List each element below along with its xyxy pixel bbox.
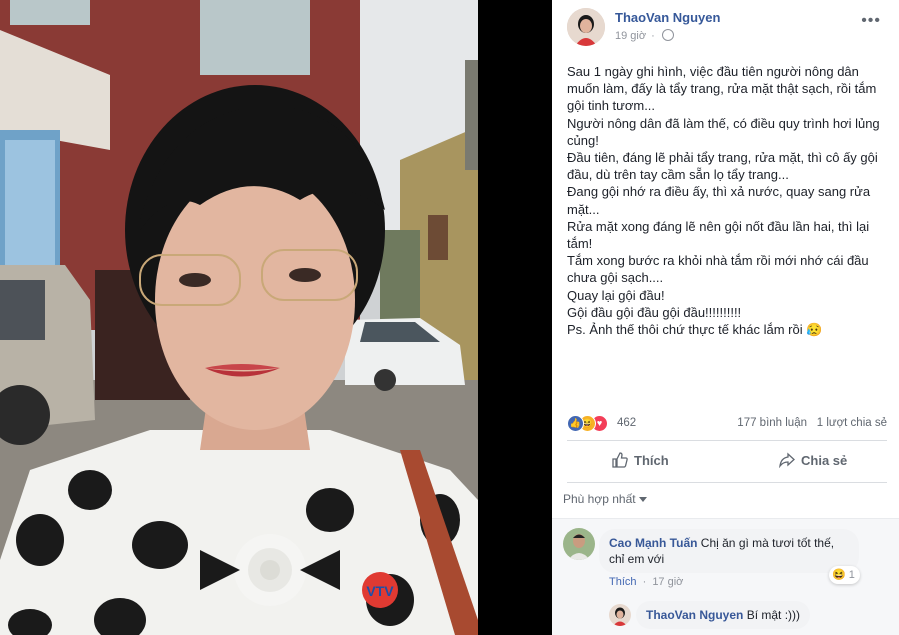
reply-bubble: ThaoVan Nguyen Bí mật :))) <box>636 601 811 629</box>
avatar-image <box>567 8 605 46</box>
caret-down-icon <box>638 497 647 502</box>
post-photo[interactable]: VTV <box>0 0 478 635</box>
comment-sort-dropdown[interactable]: Phù hợp nhất <box>563 492 647 506</box>
share-icon <box>779 452 795 468</box>
divider <box>567 440 887 441</box>
reply-author[interactable]: ThaoVan Nguyen <box>646 608 743 622</box>
reply-avatar[interactable] <box>609 604 631 626</box>
post-actions: Thích Chia sẻ <box>567 446 887 476</box>
author-avatar[interactable] <box>567 8 605 46</box>
haha-reaction-icon: 😆 <box>832 569 846 581</box>
post-meta: 19 giờ · <box>615 29 674 42</box>
comment-reaction-count: 1 <box>848 569 855 581</box>
share-label: Chia sẻ <box>801 453 848 468</box>
selfie-image: VTV <box>0 0 478 635</box>
reaction-bar: 👍 😆 ♥ 462 177 bình luận 1 lượt chia sẻ <box>567 415 887 433</box>
like-reaction-icon: 👍 <box>567 415 584 432</box>
comment-time[interactable]: 17 giờ <box>652 576 683 588</box>
like-label: Thích <box>634 453 669 468</box>
photo-gap <box>478 0 552 635</box>
reply-text: Bí mật :))) <box>746 608 801 622</box>
comment-bubble: Cao Mạnh Tuấn Chị ăn gì mà tươi tốt thế,… <box>599 529 859 573</box>
comment-actions: Thích · 17 giờ <box>609 576 684 588</box>
post-panel: ThaoVan Nguyen 19 giờ · ••• Sau 1 ngày g… <box>552 0 899 635</box>
avatar-image <box>563 528 595 560</box>
thumbs-up-icon <box>612 452 628 468</box>
globe-icon <box>661 29 674 41</box>
comment-reaction[interactable]: 😆 1 <box>829 566 860 584</box>
share-button[interactable]: Chia sẻ <box>779 446 847 476</box>
comments-section: Cao Mạnh Tuấn Chị ăn gì mà tươi tốt thế,… <box>552 518 899 635</box>
post-time[interactable]: 19 giờ <box>615 30 646 42</box>
post-author[interactable]: ThaoVan Nguyen <box>615 10 720 25</box>
more-options-icon[interactable]: ••• <box>861 12 881 30</box>
comment-author[interactable]: Cao Mạnh Tuấn <box>609 536 697 550</box>
comment-like-link[interactable]: Thích <box>609 576 637 588</box>
avatar-image <box>609 604 631 626</box>
post-header: ThaoVan Nguyen 19 giờ · ••• <box>567 8 887 48</box>
post-text: Sau 1 ngày ghi hình, việc đầu tiên người… <box>567 64 880 338</box>
vtv-logo: VTV <box>366 583 394 599</box>
commenter-avatar[interactable] <box>563 528 595 560</box>
divider <box>567 482 887 483</box>
sort-label: Phù hợp nhất <box>563 492 636 506</box>
like-button[interactable]: Thích <box>612 446 669 476</box>
shares-count[interactable]: 1 lượt chia sẻ <box>817 417 887 429</box>
reaction-count[interactable]: 462 <box>617 417 636 429</box>
comments-count[interactable]: 177 bình luận <box>737 417 807 429</box>
